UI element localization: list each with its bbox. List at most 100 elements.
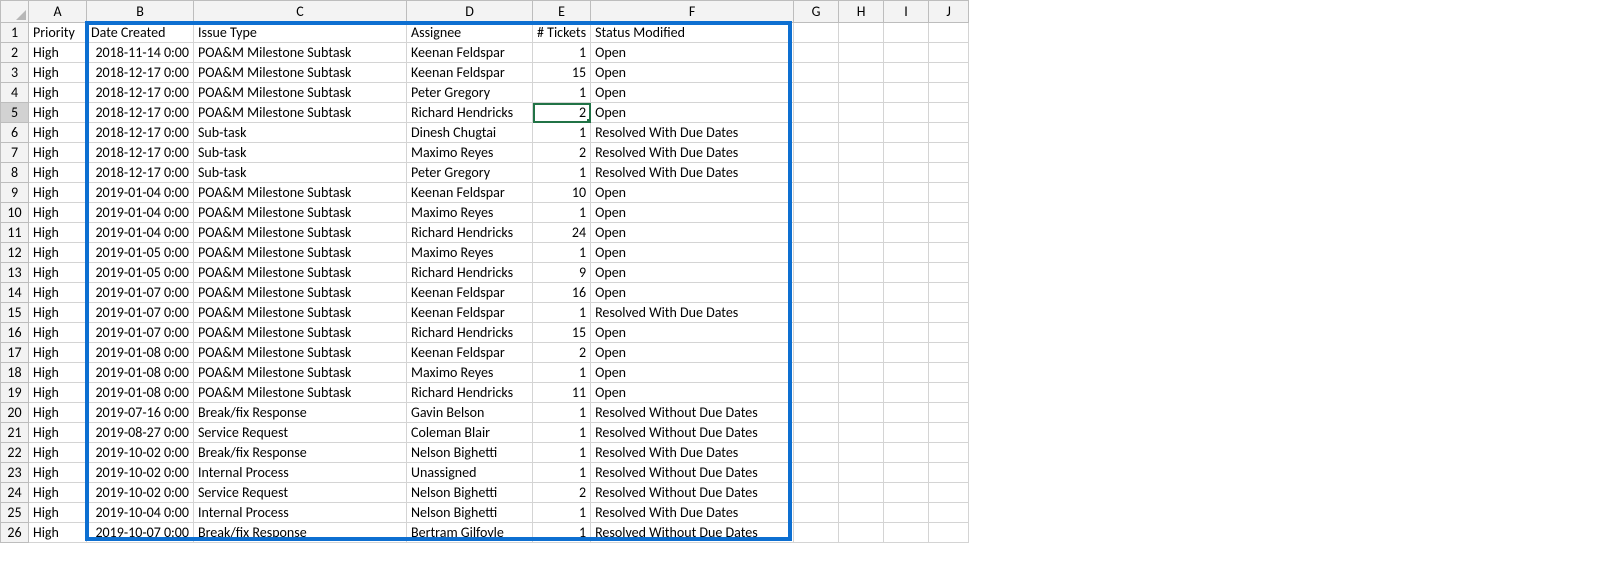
row-header-3[interactable]: 3 (1, 63, 29, 83)
cell-G20[interactable] (794, 403, 839, 423)
cell-B1[interactable]: Date Created (87, 23, 194, 43)
spreadsheet-grid[interactable]: ABCDEFGHIJ 1PriorityDate CreatedIssue Ty… (0, 0, 1040, 543)
cell-I21[interactable] (884, 423, 929, 443)
cell-A7[interactable]: High (29, 143, 87, 163)
cell-A13[interactable]: High (29, 263, 87, 283)
cell-C3[interactable]: POA&M Milestone Subtask (194, 63, 407, 83)
cell-A5[interactable]: High (29, 103, 87, 123)
cell-B17[interactable]: 2019-01-08 0:00 (87, 343, 194, 363)
cell-B21[interactable]: 2019-08-27 0:00 (87, 423, 194, 443)
cell-F23[interactable]: Resolved Without Due Dates (591, 463, 794, 483)
col-header-D[interactable]: D (407, 1, 533, 23)
cell-B6[interactable]: 2018-12-17 0:00 (87, 123, 194, 143)
cell-B16[interactable]: 2019-01-07 0:00 (87, 323, 194, 343)
cell-F25[interactable]: Resolved With Due Dates (591, 503, 794, 523)
cell-G21[interactable] (794, 423, 839, 443)
cell-J4[interactable] (929, 83, 969, 103)
cell-C14[interactable]: POA&M Milestone Subtask (194, 283, 407, 303)
cell-A16[interactable]: High (29, 323, 87, 343)
row-header-11[interactable]: 11 (1, 223, 29, 243)
cell-B8[interactable]: 2018-12-17 0:00 (87, 163, 194, 183)
cell-D15[interactable]: Keenan Feldspar (407, 303, 533, 323)
cell-H7[interactable] (839, 143, 884, 163)
cell-I12[interactable] (884, 243, 929, 263)
cell-C6[interactable]: Sub-task (194, 123, 407, 143)
cell-H9[interactable] (839, 183, 884, 203)
cell-C5[interactable]: POA&M Milestone Subtask (194, 103, 407, 123)
row-header-9[interactable]: 9 (1, 183, 29, 203)
row-header-10[interactable]: 10 (1, 203, 29, 223)
cell-G17[interactable] (794, 343, 839, 363)
cell-D23[interactable]: Unassigned (407, 463, 533, 483)
cell-C2[interactable]: POA&M Milestone Subtask (194, 43, 407, 63)
cell-E4[interactable]: 1 (533, 83, 591, 103)
cell-D1[interactable]: Assignee (407, 23, 533, 43)
cell-I10[interactable] (884, 203, 929, 223)
cell-B26[interactable]: 2019-10-07 0:00 (87, 523, 194, 543)
cell-C11[interactable]: POA&M Milestone Subtask (194, 223, 407, 243)
row-header-5[interactable]: 5 (1, 103, 29, 123)
cell-J8[interactable] (929, 163, 969, 183)
cell-A10[interactable]: High (29, 203, 87, 223)
cell-J11[interactable] (929, 223, 969, 243)
cell-H11[interactable] (839, 223, 884, 243)
cell-H22[interactable] (839, 443, 884, 463)
row-header-8[interactable]: 8 (1, 163, 29, 183)
cell-J25[interactable] (929, 503, 969, 523)
cell-C18[interactable]: POA&M Milestone Subtask (194, 363, 407, 383)
cell-D16[interactable]: Richard Hendricks (407, 323, 533, 343)
cell-E22[interactable]: 1 (533, 443, 591, 463)
cell-I19[interactable] (884, 383, 929, 403)
cell-E26[interactable]: 1 (533, 523, 591, 543)
cell-I9[interactable] (884, 183, 929, 203)
cell-D18[interactable]: Maximo Reyes (407, 363, 533, 383)
cell-C10[interactable]: POA&M Milestone Subtask (194, 203, 407, 223)
cell-D4[interactable]: Peter Gregory (407, 83, 533, 103)
cell-C20[interactable]: Break/fix Response (194, 403, 407, 423)
cell-A12[interactable]: High (29, 243, 87, 263)
cell-C1[interactable]: Issue Type (194, 23, 407, 43)
cell-F12[interactable]: Open (591, 243, 794, 263)
cell-F1[interactable]: Status Modified (591, 23, 794, 43)
cell-E7[interactable]: 2 (533, 143, 591, 163)
cell-C7[interactable]: Sub-task (194, 143, 407, 163)
cell-J19[interactable] (929, 383, 969, 403)
cell-H8[interactable] (839, 163, 884, 183)
cell-C22[interactable]: Break/fix Response (194, 443, 407, 463)
cell-H19[interactable] (839, 383, 884, 403)
cell-E15[interactable]: 1 (533, 303, 591, 323)
cell-A21[interactable]: High (29, 423, 87, 443)
cell-C13[interactable]: POA&M Milestone Subtask (194, 263, 407, 283)
row-header-19[interactable]: 19 (1, 383, 29, 403)
cell-D21[interactable]: Coleman Blair (407, 423, 533, 443)
cell-C9[interactable]: POA&M Milestone Subtask (194, 183, 407, 203)
col-header-C[interactable]: C (194, 1, 407, 23)
cell-I20[interactable] (884, 403, 929, 423)
cell-E23[interactable]: 1 (533, 463, 591, 483)
cell-I6[interactable] (884, 123, 929, 143)
cell-F9[interactable]: Open (591, 183, 794, 203)
cell-E17[interactable]: 2 (533, 343, 591, 363)
cell-B12[interactable]: 2019-01-05 0:00 (87, 243, 194, 263)
cell-I25[interactable] (884, 503, 929, 523)
cell-E24[interactable]: 2 (533, 483, 591, 503)
cell-H10[interactable] (839, 203, 884, 223)
cell-D19[interactable]: Richard Hendricks (407, 383, 533, 403)
cell-J21[interactable] (929, 423, 969, 443)
cell-A24[interactable]: High (29, 483, 87, 503)
cell-H24[interactable] (839, 483, 884, 503)
cell-H5[interactable] (839, 103, 884, 123)
cell-H23[interactable] (839, 463, 884, 483)
cell-G18[interactable] (794, 363, 839, 383)
cell-H1[interactable] (839, 23, 884, 43)
cell-D14[interactable]: Keenan Feldspar (407, 283, 533, 303)
cell-D3[interactable]: Keenan Feldspar (407, 63, 533, 83)
cell-J6[interactable] (929, 123, 969, 143)
cell-F8[interactable]: Resolved With Due Dates (591, 163, 794, 183)
cell-I22[interactable] (884, 443, 929, 463)
cell-J26[interactable] (929, 523, 969, 543)
cell-D2[interactable]: Keenan Feldspar (407, 43, 533, 63)
cell-J5[interactable] (929, 103, 969, 123)
col-header-F[interactable]: F (591, 1, 794, 23)
cell-G15[interactable] (794, 303, 839, 323)
